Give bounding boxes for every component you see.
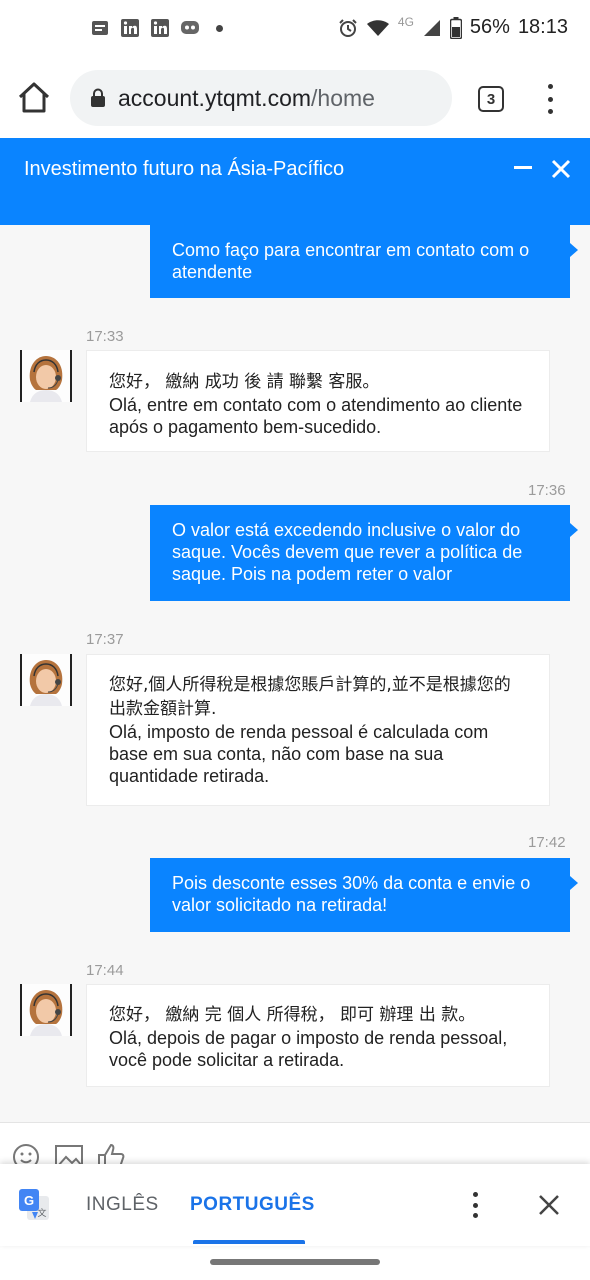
network-type: 4G	[397, 14, 414, 29]
message-text: Pois desconte esses 30% da conta e envie…	[172, 873, 531, 915]
svg-text:文: 文	[37, 1207, 46, 1219]
chat-title: Investimento futuro na Ásia-Pacífico	[24, 158, 345, 180]
battery-percent: 56%	[469, 16, 510, 38]
message-text-chinese: 您好,個人所得稅是根據您賬戶計算的,並不是根據您的出款金額計算.	[109, 675, 511, 719]
incoming-message: 您好， 繳納 成功 後 請 聯繫 客服。 Olá, entre em conta…	[86, 350, 550, 452]
message-text: Como faço para encontrar em contato com …	[172, 240, 530, 282]
system-status: 4G 56% 18:13	[338, 14, 568, 39]
message-text-chinese: 您好， 繳納 完 個人 所得稅， 即可 辦理 出 款。	[109, 1005, 476, 1025]
agent-avatar	[20, 350, 72, 402]
message-text-chinese: 您好， 繳納 成功 後 請 聯繫 客服。	[109, 372, 380, 392]
target-language-tab[interactable]: PORTUGUÊS	[190, 1194, 315, 1216]
status-bar: 4G 56% 18:13	[0, 0, 590, 58]
source-language-tab[interactable]: INGLÊS	[86, 1194, 159, 1216]
agent-avatar	[20, 654, 72, 706]
messenger-icon	[181, 21, 199, 34]
incoming-message: 您好,個人所得稅是根據您賬戶計算的,並不是根據您的出款金額計算. Olá, im…	[86, 654, 550, 806]
linkedin-icon	[151, 19, 169, 37]
incoming-message: 您好， 繳納 完 個人 所得稅， 即可 辦理 出 款。 Olá, depois …	[86, 984, 550, 1087]
more-notifications-dot	[216, 24, 223, 32]
translate-menu-icon[interactable]	[472, 1192, 478, 1218]
clock: 18:13	[517, 16, 568, 38]
close-icon[interactable]	[538, 1194, 560, 1216]
chat-messages[interactable]: Como faço para encontrar em contato com …	[0, 225, 590, 1122]
signal-icon	[423, 19, 440, 36]
message-time: 17:37	[86, 631, 124, 648]
message-text: Olá, entre em contato com o atendimento …	[109, 395, 523, 437]
url-text[interactable]: account.ytqmt.com/home	[118, 85, 375, 112]
message-time: 17:42	[528, 834, 566, 851]
news-icon	[92, 21, 108, 35]
svg-text:G: G	[24, 1193, 34, 1208]
message-time: 17:36	[528, 482, 566, 499]
outgoing-message: O valor está excedendo inclusive o valor…	[150, 505, 578, 601]
minimize-icon[interactable]	[514, 166, 532, 169]
notification-icons	[90, 18, 223, 38]
home-icon[interactable]	[16, 80, 52, 116]
browser-toolbar: account.ytqmt.com/home 3	[0, 58, 590, 138]
battery-icon	[449, 16, 462, 39]
message-text: O valor está excedendo inclusive o valor…	[172, 520, 523, 584]
message-time: 17:33	[86, 328, 124, 345]
active-tab-indicator	[193, 1240, 305, 1244]
chat-toolbar	[0, 1122, 590, 1169]
address-bar[interactable]: account.ytqmt.com/home	[70, 70, 452, 126]
tab-switcher-button[interactable]: 3	[478, 86, 504, 112]
wifi-icon	[366, 19, 389, 36]
outgoing-message: Pois desconte esses 30% da conta e envie…	[150, 858, 578, 932]
linkedin-icon	[121, 19, 139, 37]
outgoing-message: Como faço para encontrar em contato com …	[150, 225, 578, 298]
gesture-nav-bar[interactable]	[210, 1259, 380, 1265]
url-host: account.ytqmt.com	[118, 84, 312, 111]
url-path: /home	[311, 84, 375, 111]
close-icon[interactable]	[550, 158, 572, 180]
agent-avatar	[20, 984, 72, 1036]
message-time: 17:44	[86, 962, 124, 979]
message-text: Olá, depois de pagar o imposto de renda …	[109, 1028, 508, 1070]
chat-header: Investimento futuro na Ásia-Pacífico	[0, 138, 590, 225]
alarm-icon	[339, 18, 357, 37]
translate-bar: G文 INGLÊS PORTUGUÊS	[0, 1164, 590, 1246]
google-translate-icon[interactable]: G文	[18, 1188, 50, 1222]
lock-icon	[91, 88, 105, 107]
message-text: Olá, imposto de renda pessoal é calculad…	[109, 722, 489, 786]
browser-menu-icon[interactable]	[540, 84, 560, 114]
